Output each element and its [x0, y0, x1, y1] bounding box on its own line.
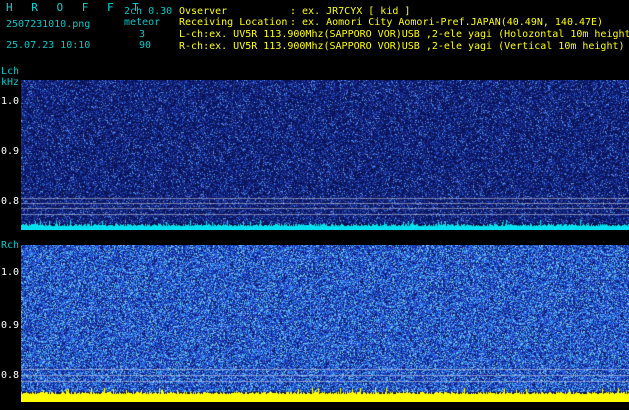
rch-freq-tick-0-9: 0.9	[1, 320, 20, 331]
lch-unit-label: kHz	[1, 77, 20, 88]
rch-freq-tick-0-8: 0.8	[1, 370, 20, 381]
rch-spectrogram-canvas	[21, 245, 629, 402]
lch-spectrogram-canvas	[21, 80, 629, 230]
datetime-label: 25.07.23 10:10	[6, 40, 91, 51]
meteor-label: meteor	[124, 17, 161, 28]
lch-spectrogram	[21, 80, 629, 230]
lch-description: L-ch:ex. UV5R 113.900Mhz(SAPPORO VOR)USB…	[179, 29, 629, 40]
location-value: : ex. Aomori City Aomori-Pref.JAPAN(40.4…	[290, 17, 604, 28]
meteor-count-r: 90	[139, 40, 152, 51]
rch-label: Rch	[1, 240, 20, 251]
observer-value: : ex. JR7CYX [ kid ]	[290, 6, 411, 17]
lch-label: Lch	[1, 66, 20, 77]
observer-label: Ovserver	[179, 6, 228, 17]
lch-freq-tick-0-9: 0.9	[1, 146, 20, 157]
lch-freq-tick-1-0: 1.0	[1, 96, 20, 107]
channel-label: 2ch 0.30	[124, 6, 173, 17]
rch-description: R-ch:ex. UV5R 113.900Mhz(SAPPORO VOR)USB…	[179, 41, 625, 52]
filename-label: 2507231010.png	[6, 19, 91, 30]
rch-freq-tick-1-0: 1.0	[1, 267, 20, 278]
location-label: Receiving Location	[179, 17, 288, 28]
rch-spectrogram	[21, 245, 629, 402]
meteor-count-l: 3	[139, 29, 146, 40]
lch-freq-tick-0-8: 0.8	[1, 196, 20, 207]
